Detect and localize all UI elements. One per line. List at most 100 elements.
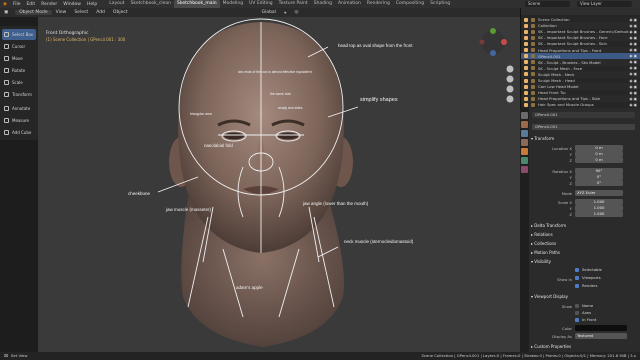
renders-checkbox[interactable] (575, 284, 579, 288)
tab-workspace-rendering[interactable]: Rendering (364, 0, 393, 8)
visibility-eye-icon[interactable]: ◉ ▣ (625, 60, 637, 64)
tool-rotate[interactable]: Rotate (2, 65, 36, 76)
tab-workspace-scripting[interactable]: Scripting (427, 0, 453, 8)
exclude-checkbox[interactable] (524, 66, 528, 71)
data-tab-icon[interactable] (521, 157, 528, 164)
rotation-x-field[interactable]: 90° (575, 168, 623, 174)
3d-viewport[interactable]: head top as oval shape from the front tw… (38, 17, 520, 352)
visibility-eye-icon[interactable]: ◉ ▣ (625, 85, 637, 89)
visibility-eye-icon[interactable]: ◉ ▣ (625, 48, 637, 52)
menu-file[interactable]: File (10, 2, 24, 7)
visibility-eye-icon[interactable]: ◉ ▣ (625, 18, 637, 22)
exclude-checkbox[interactable] (524, 29, 528, 34)
tool-move[interactable]: Move (2, 53, 36, 64)
tool-tab-icon[interactable] (521, 112, 528, 119)
location-z-field[interactable]: 0 m (575, 157, 623, 163)
menu-view[interactable]: View (52, 10, 71, 15)
rotation-z-field[interactable]: 0° (575, 180, 623, 186)
selectable-checkbox[interactable] (575, 268, 579, 272)
scale-x-field[interactable]: 1.000 (575, 199, 623, 205)
exclude-checkbox[interactable] (524, 35, 528, 40)
tab-workspace-compositing[interactable]: Compositing (393, 0, 427, 8)
menu-edit[interactable]: Edit (23, 2, 38, 7)
tab-workspace-sketchbook-main[interactable]: Sketchbook_main (174, 0, 220, 8)
exclude-checkbox[interactable] (524, 23, 528, 28)
menu-add[interactable]: Add (92, 10, 109, 15)
mode-selector[interactable]: Object Mode (15, 10, 52, 15)
material-tab-icon[interactable] (521, 166, 528, 173)
visibility-eye-icon[interactable]: ◉ ▣ (625, 36, 637, 40)
exclude-checkbox[interactable] (524, 54, 528, 59)
show-name-checkbox[interactable] (575, 304, 579, 308)
visibility-eye-icon[interactable]: ◉ ▣ (625, 72, 637, 76)
location-x-field[interactable]: 0 m (575, 145, 623, 151)
section-delta-transform[interactable]: ▸ Delta Transform (531, 222, 636, 229)
proportional-edit-icon[interactable]: ◎ (290, 10, 302, 15)
location-y-field[interactable]: 0 m (575, 151, 623, 157)
visibility-eye-icon[interactable]: ◉ ▣ (625, 97, 637, 101)
tab-workspace-texture-paint[interactable]: Texture Paint (276, 0, 311, 8)
viewport-nav-buttons[interactable] (506, 65, 514, 103)
tab-workspace-modeling[interactable]: Modeling (220, 0, 246, 8)
tool-cursor[interactable]: Cursor (2, 41, 36, 52)
section-collections[interactable]: ▸ Collections (531, 240, 636, 247)
section-motion-paths[interactable]: ▸ Motion Paths (531, 249, 636, 256)
visibility-eye-icon[interactable]: ◉ ▣ (625, 42, 637, 46)
tool-annotate[interactable]: Annotate (2, 103, 36, 114)
exclude-checkbox[interactable] (524, 60, 528, 65)
tab-workspace-animation[interactable]: Animation (335, 0, 364, 8)
exclude-checkbox[interactable] (524, 96, 528, 101)
tab-workspace-shading[interactable]: Shading (311, 0, 335, 8)
section-relations[interactable]: ▸ Relations (531, 231, 636, 238)
navigation-gizmo[interactable] (479, 28, 508, 56)
tool-add-cube[interactable]: Add Cube (2, 127, 36, 138)
tab-workspace-sketchbook-clean[interactable]: Sketchbook_clean (128, 0, 174, 8)
menu-object[interactable]: Object (109, 10, 132, 15)
menu-render[interactable]: Render (38, 2, 60, 7)
scene-selector[interactable]: Scene (525, 1, 570, 7)
menu-select[interactable]: Select (70, 10, 92, 15)
visibility-eye-icon[interactable]: ◉ ▣ (625, 30, 637, 34)
rotation-y-field[interactable]: 0° (575, 174, 623, 180)
snap-icon[interactable]: ⌖ (280, 10, 291, 16)
section-transform[interactable]: ▾ Transform (531, 135, 636, 142)
menu-window[interactable]: Window (60, 2, 84, 7)
object-name-field[interactable]: GPencil.001 (532, 124, 635, 130)
exclude-checkbox[interactable] (524, 17, 528, 22)
scale-y-field[interactable]: 1.000 (575, 205, 623, 211)
tool-select-box[interactable]: Select Box (2, 29, 36, 40)
section-viewport-display[interactable]: ▾ Viewport Display (531, 293, 636, 300)
tool-transform[interactable]: Transform (2, 89, 36, 100)
exclude-checkbox[interactable] (524, 90, 528, 95)
visibility-eye-icon[interactable]: ◉ ▣ (625, 79, 637, 83)
exclude-checkbox[interactable] (524, 72, 528, 77)
exclude-checkbox[interactable] (524, 41, 528, 46)
section-visibility[interactable]: ▾ Visibility (531, 258, 636, 265)
view-layer-selector[interactable]: View Layer (577, 1, 632, 7)
render-tab-icon[interactable] (521, 121, 528, 128)
exclude-checkbox[interactable] (524, 78, 528, 83)
object-tab-icon[interactable] (521, 148, 528, 155)
rotation-mode-dropdown[interactable]: XYZ Euler (575, 190, 623, 196)
show-axes-checkbox[interactable] (575, 311, 579, 315)
orientation-selector[interactable]: Global (258, 10, 280, 15)
visibility-eye-icon[interactable]: ◉ ▣ (625, 24, 637, 28)
exclude-checkbox[interactable] (524, 102, 528, 107)
exclude-checkbox[interactable] (524, 48, 528, 52)
viewports-checkbox[interactable] (575, 276, 579, 280)
tool-measure[interactable]: Measure (2, 115, 36, 126)
color-swatch[interactable] (575, 325, 627, 331)
in-front-checkbox[interactable] (575, 318, 579, 322)
exclude-checkbox[interactable] (524, 84, 528, 89)
visibility-eye-icon[interactable]: ◉ ▣ (625, 54, 637, 58)
tool-scale[interactable]: Scale (2, 77, 36, 88)
tab-workspace-layout[interactable]: Layout (106, 0, 127, 8)
display-as-dropdown[interactable]: Textured (575, 333, 627, 339)
visibility-eye-icon[interactable]: ◉ ▣ (625, 91, 637, 95)
visibility-eye-icon[interactable]: ◉ ▣ (625, 103, 637, 107)
scene-tab-icon[interactable] (521, 139, 528, 146)
section-custom-properties[interactable]: ▸ Custom Properties (531, 343, 636, 350)
blender-logo-icon[interactable]: ◉ (0, 2, 10, 7)
visibility-eye-icon[interactable]: ◉ ▣ (625, 66, 637, 70)
scale-z-field[interactable]: 1.000 (575, 211, 623, 217)
